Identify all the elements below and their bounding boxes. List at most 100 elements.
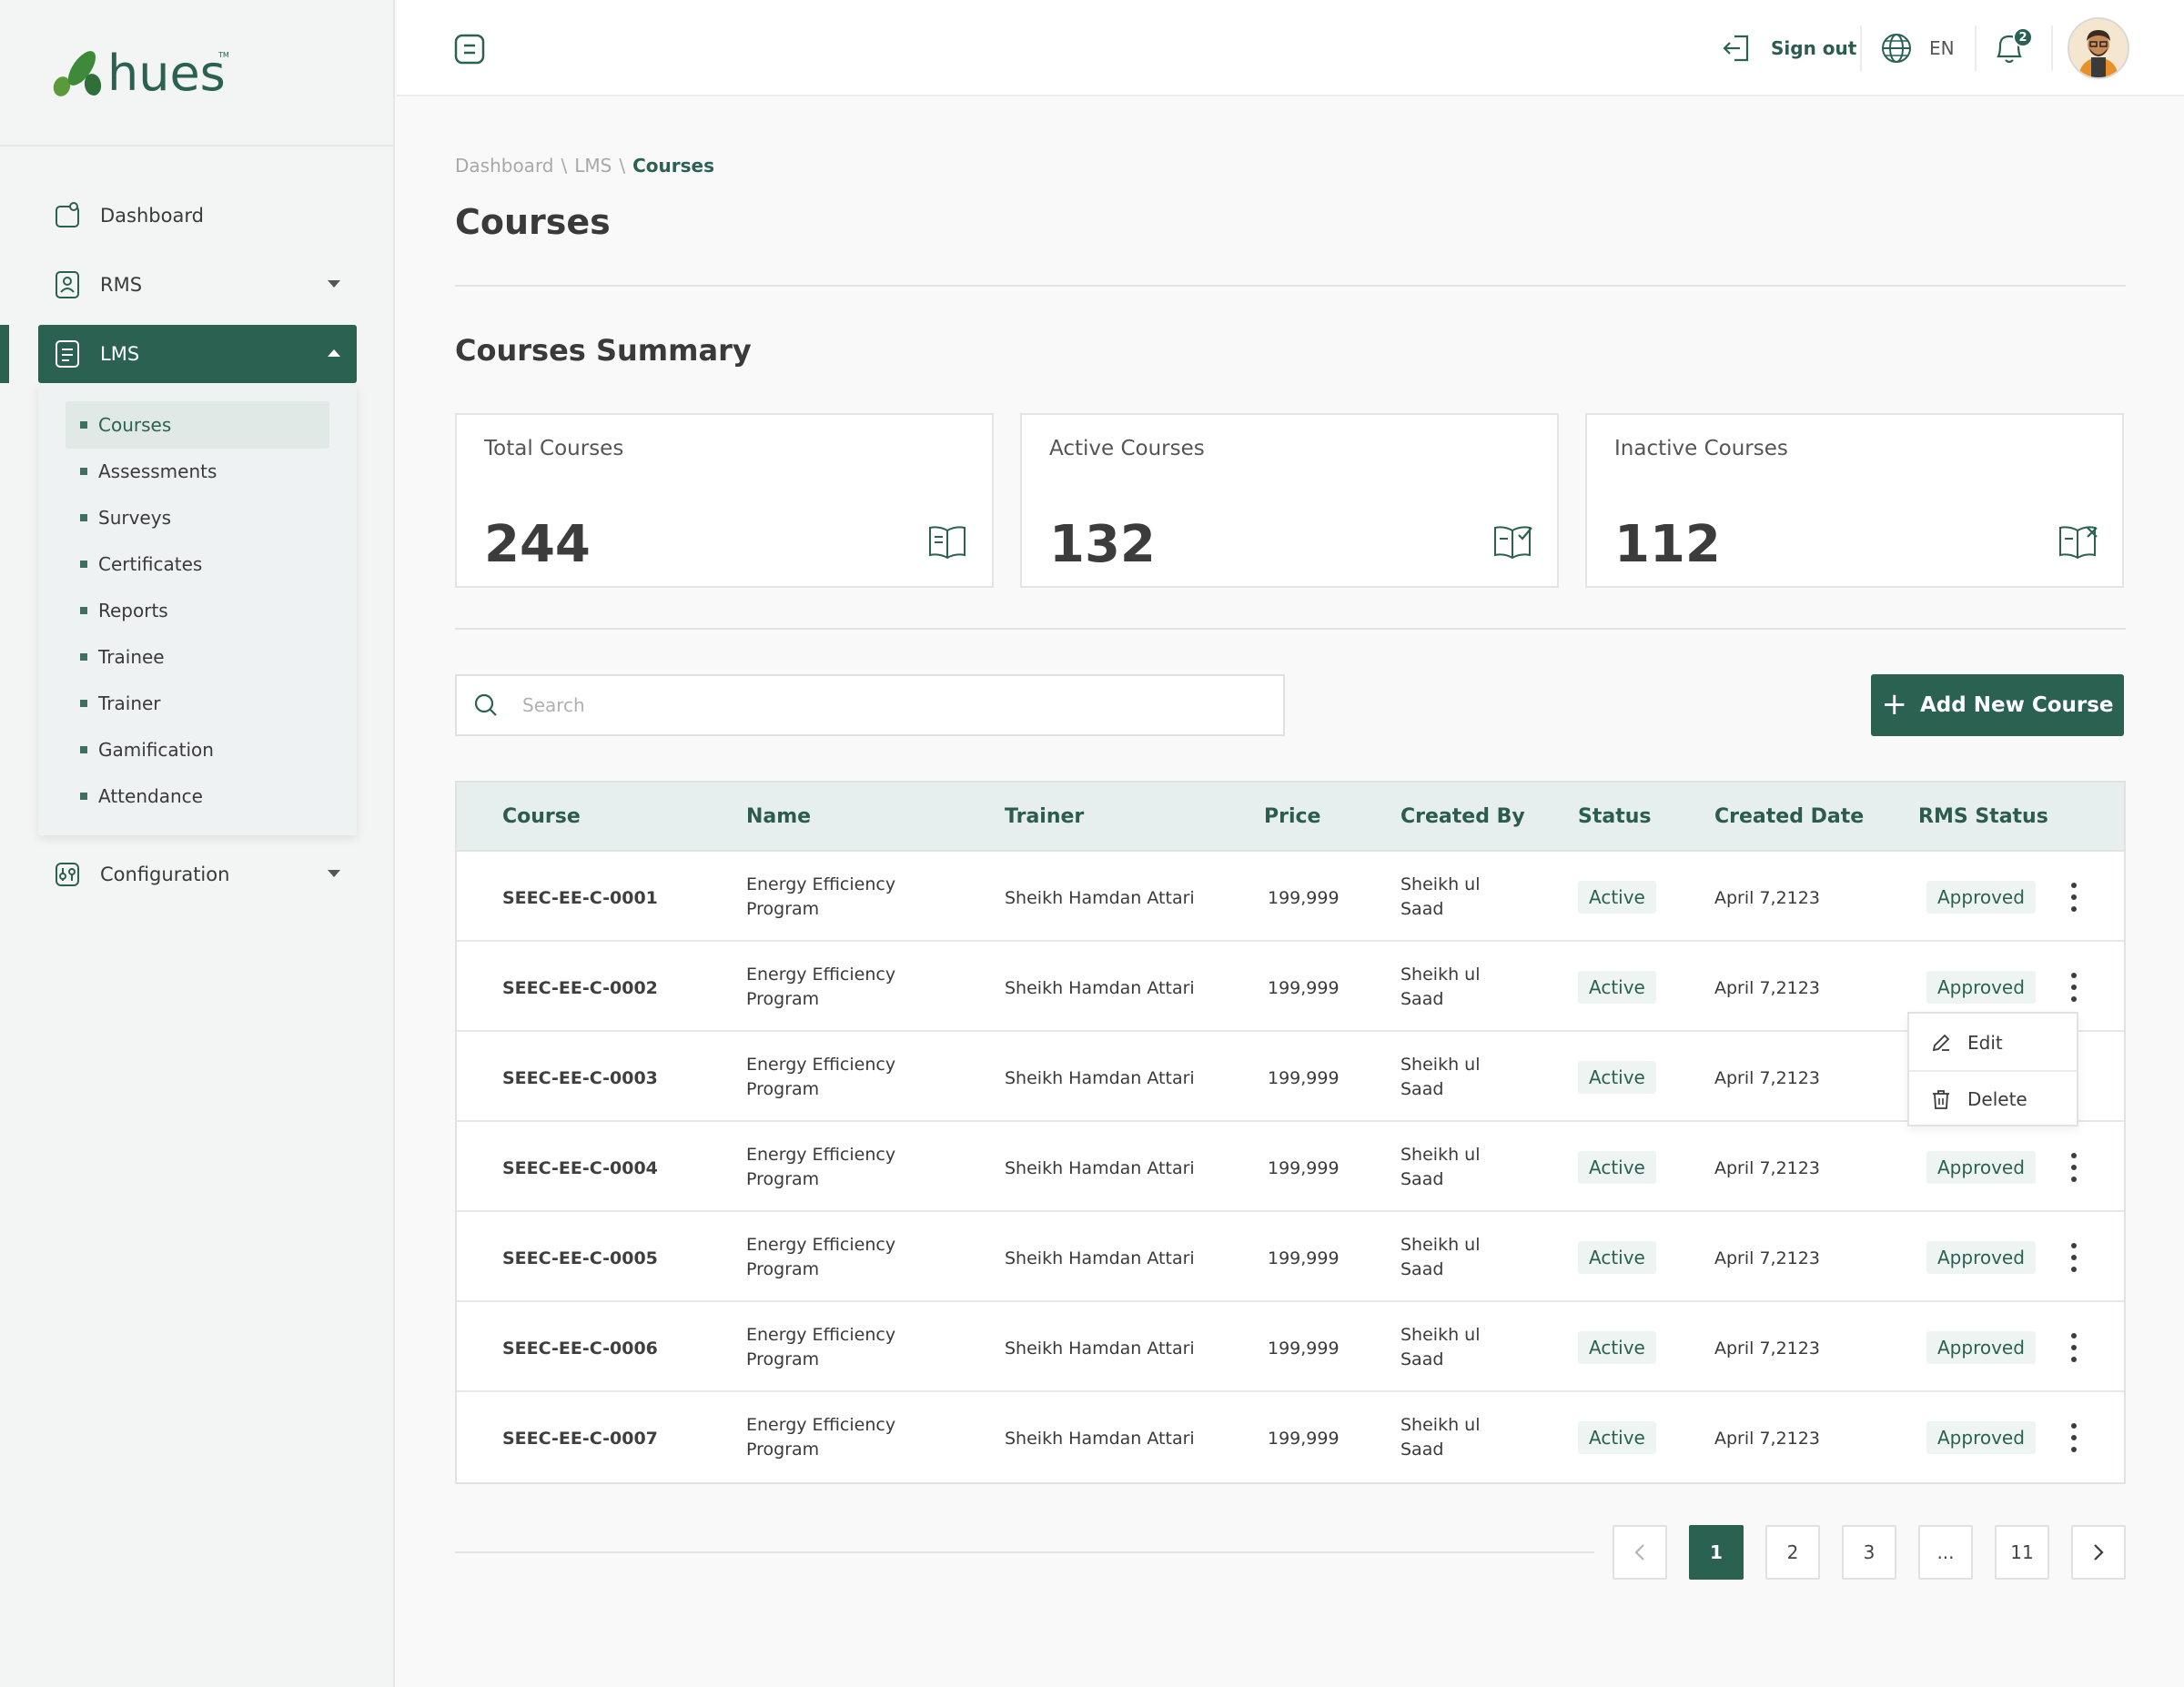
globe-icon <box>1882 34 1911 63</box>
bullet-icon <box>80 421 87 429</box>
add-new-course-button[interactable]: + Add New Course <box>1871 674 2124 736</box>
column-header-rms-status[interactable]: RMS Status <box>1918 805 2048 828</box>
user-avatar[interactable] <box>2068 17 2129 79</box>
more-actions-icon[interactable] <box>2067 971 2081 1004</box>
sidebar-item-configuration[interactable]: Configuration <box>38 845 357 904</box>
created-date-cell: April 7,2123 <box>1714 1338 1820 1359</box>
trainer-cell: Sheikh Hamdan Attari <box>1005 1248 1195 1268</box>
next-page-button[interactable] <box>2071 1525 2126 1580</box>
created-by-line1: Sheikh ul <box>1400 1325 1481 1345</box>
created-by-line2: Saad <box>1400 1169 1444 1189</box>
table-row[interactable]: SEEC-EE-C-0007 Energy Efficiency Program Sh… <box>457 1392 2124 1482</box>
book-x-icon <box>2059 526 2098 560</box>
brand-logo[interactable]: hues TM <box>0 0 393 146</box>
breadcrumb-dashboard[interactable]: Dashboard <box>455 155 554 177</box>
table-row[interactable]: SEEC-EE-C-0003 Energy Efficiency Program Sh… <box>457 1032 2124 1122</box>
submenu-item-trainer[interactable]: Trainer <box>66 680 329 727</box>
sidebar-item-label: LMS <box>100 343 140 365</box>
submenu-item-gamification[interactable]: Gamification <box>66 726 329 773</box>
search-input[interactable] <box>522 694 1250 716</box>
sidebar-item-rms[interactable]: RMS <box>38 256 357 314</box>
table-row[interactable]: SEEC-EE-C-0005 Energy Efficiency Program Sh… <box>457 1212 2124 1302</box>
column-header-created-date[interactable]: Created Date <box>1714 805 1864 828</box>
rms-status-badge: Approved <box>1926 1421 2036 1454</box>
sidebar-item-dashboard[interactable]: Dashboard <box>38 187 357 245</box>
column-header-created-by[interactable]: Created By <box>1400 805 1525 828</box>
trainer-cell: Sheikh Hamdan Attari <box>1005 888 1195 908</box>
submenu-item-surveys[interactable]: Surveys <box>66 494 329 541</box>
submenu-label: Courses <box>98 414 172 436</box>
course-code-cell: SEEC-EE-C-0005 <box>502 1248 658 1268</box>
page-button[interactable]: 2 <box>1765 1525 1820 1580</box>
rms-status-badge: Approved <box>1926 1241 2036 1274</box>
edit-menu-item[interactable]: Edit <box>1909 1015 2077 1070</box>
course-code-cell: SEEC-EE-C-0007 <box>502 1429 658 1449</box>
language-selector[interactable]: EN <box>1880 29 1955 67</box>
submenu-item-courses[interactable]: Courses <box>66 401 329 449</box>
price-cell: 199,999 <box>1268 1429 1340 1449</box>
trainer-cell: Sheikh Hamdan Attari <box>1005 978 1195 998</box>
column-header-name[interactable]: Name <box>746 805 811 828</box>
row-actions-menu: Edit Delete <box>1907 1012 2078 1126</box>
trash-icon <box>1933 1090 1949 1109</box>
more-actions-icon[interactable] <box>2067 881 2081 914</box>
delete-label: Delete <box>1967 1088 2027 1110</box>
delete-menu-item[interactable]: Delete <box>1909 1072 2077 1126</box>
divider <box>455 285 2126 287</box>
page-button[interactable]: 11 <box>1995 1525 2049 1580</box>
notifications-button[interactable]: 2 <box>1991 27 2033 69</box>
submenu-item-attendance[interactable]: Attendance <box>66 773 329 820</box>
breadcrumb-current: Courses <box>632 155 715 177</box>
bullet-icon <box>80 653 87 661</box>
chevron-down-icon <box>328 280 340 288</box>
trainer-cell: Sheikh Hamdan Attari <box>1005 1068 1195 1088</box>
more-actions-icon[interactable] <box>2067 1241 2081 1274</box>
top-header: Sign out EN 2 <box>397 0 2184 96</box>
table-row[interactable]: SEEC-EE-C-0002 Energy Efficiency Program Sh… <box>457 942 2124 1032</box>
column-header-trainer[interactable]: Trainer <box>1005 805 1084 828</box>
created-by-line2: Saad <box>1400 1259 1444 1279</box>
table-row[interactable]: SEEC-EE-C-0006 Energy Efficiency Program Sh… <box>457 1302 2124 1392</box>
sign-out-button[interactable]: Sign out <box>1722 29 1856 67</box>
status-badge: Active <box>1578 1421 1656 1454</box>
status-badge: Active <box>1578 971 1656 1004</box>
card-value: 132 <box>1049 515 1156 574</box>
more-actions-icon[interactable] <box>2067 1151 2081 1184</box>
breadcrumb-lms[interactable]: LMS <box>574 155 612 177</box>
chevron-up-icon <box>328 349 340 357</box>
page-title: Courses <box>455 202 611 242</box>
page-button[interactable]: 1 <box>1689 1525 1744 1580</box>
submenu-item-trainee[interactable]: Trainee <box>66 633 329 681</box>
card-label: Inactive Courses <box>1614 437 1788 460</box>
status-badge: Active <box>1578 1241 1656 1274</box>
divider <box>1975 25 1977 71</box>
kebab-dot <box>2071 1357 2077 1362</box>
chevron-right-icon <box>2094 1544 2104 1561</box>
bullet-icon <box>80 514 87 521</box>
menu-toggle-button[interactable] <box>453 33 486 66</box>
bullet-icon <box>80 746 87 753</box>
table-row[interactable]: SEEC-EE-C-0004 Energy Efficiency Program Sh… <box>457 1122 2124 1212</box>
prev-page-button[interactable] <box>1613 1525 1667 1580</box>
page-button[interactable]: 3 <box>1842 1525 1896 1580</box>
created-by-line1: Sheikh ul <box>1400 965 1481 985</box>
breadcrumb-separator: \ <box>619 155 626 177</box>
rms-status-badge: Approved <box>1926 1331 2036 1364</box>
submenu-item-certificates[interactable]: Certificates <box>66 540 329 588</box>
kebab-dot <box>2071 1177 2077 1182</box>
bullet-icon <box>80 561 87 568</box>
more-actions-icon[interactable] <box>2067 1331 2081 1364</box>
breadcrumb: Dashboard \ LMS \ Courses <box>455 155 722 177</box>
more-actions-icon[interactable] <box>2067 1421 2081 1454</box>
submenu-item-assessments[interactable]: Assessments <box>66 448 329 495</box>
submenu-item-reports[interactable]: Reports <box>66 587 329 634</box>
kebab-dot <box>2071 883 2077 888</box>
brand-trademark: TM <box>217 51 229 59</box>
column-header-price[interactable]: Price <box>1264 805 1320 828</box>
column-header-course[interactable]: Course <box>502 805 581 828</box>
sidebar-item-lms[interactable]: LMS <box>38 325 357 383</box>
column-header-status[interactable]: Status <box>1578 805 1651 828</box>
created-by-line1: Sheikh ul <box>1400 1235 1481 1255</box>
submenu-label: Certificates <box>98 553 203 575</box>
table-row[interactable]: SEEC-EE-C-0001 Energy Efficiency Program Sh… <box>457 852 2124 942</box>
